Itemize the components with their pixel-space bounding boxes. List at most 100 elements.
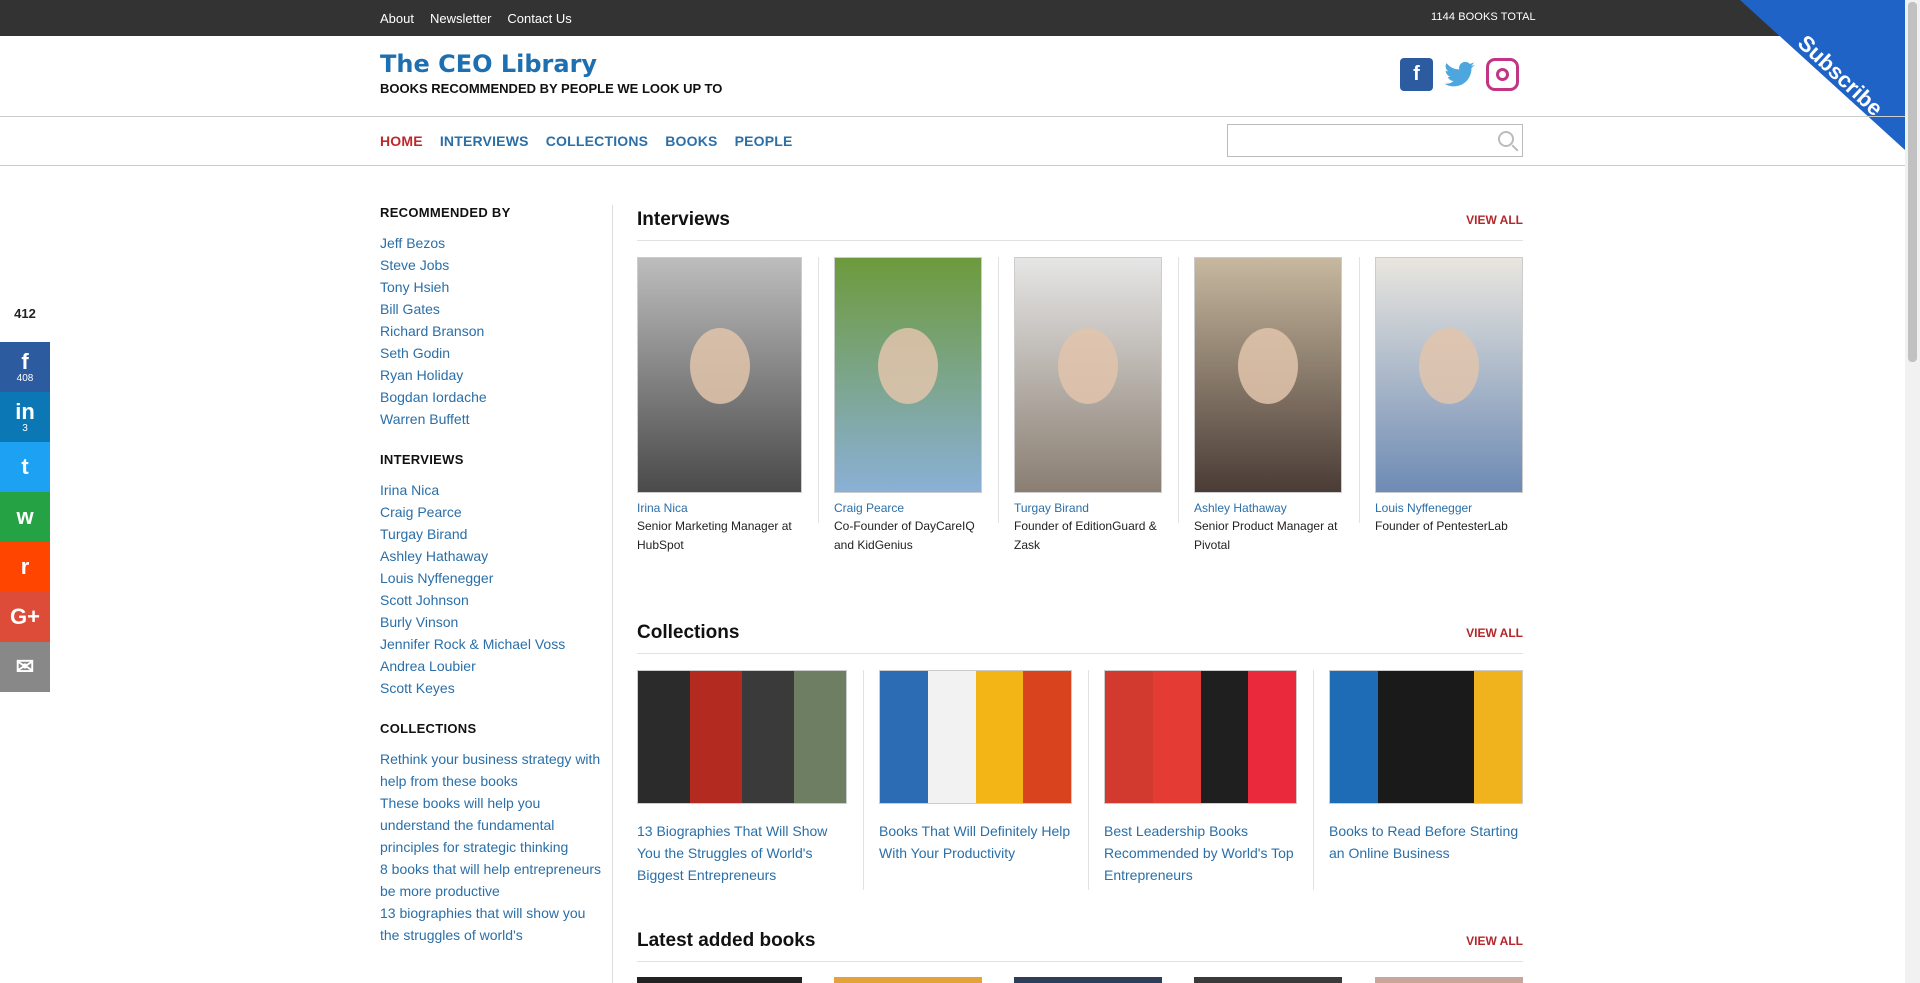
collections-view-all[interactable]: VIEW ALL — [1466, 626, 1523, 640]
sidebar-interview-item[interactable]: Andrea Loubier — [380, 655, 605, 677]
twitter-icon[interactable] — [1443, 58, 1476, 91]
linkedin-share-button[interactable]: in 3 — [0, 392, 50, 442]
nav-people[interactable]: PEOPLE — [735, 133, 793, 149]
reddit-share-button[interactable]: r — [0, 542, 50, 592]
interview-name[interactable]: Craig Pearce — [834, 501, 982, 515]
instagram-icon[interactable] — [1486, 58, 1519, 91]
interview-photo[interactable] — [637, 257, 802, 493]
book-thumb[interactable] — [1014, 977, 1162, 983]
facebook-icon[interactable]: f — [1400, 58, 1433, 91]
sidebar-collection-item[interactable]: 13 biographies that will show you the st… — [380, 902, 605, 946]
book-thumb[interactable] — [637, 977, 802, 983]
collection-card[interactable]: Books to Read Before Starting an Online … — [1329, 670, 1523, 864]
scrollbar-thumb[interactable] — [1908, 2, 1917, 362]
page-scrollbar[interactable] — [1905, 0, 1920, 983]
newsletter-link[interactable]: Newsletter — [430, 11, 491, 26]
collection-image[interactable] — [637, 670, 847, 804]
interview-role: Founder of PentesterLab — [1375, 519, 1508, 533]
search-icon[interactable] — [1498, 131, 1514, 147]
sidebar-recommended-item[interactable]: Richard Branson — [380, 320, 605, 342]
contact-link[interactable]: Contact Us — [507, 11, 571, 26]
nav-divider — [0, 165, 1905, 166]
collection-card[interactable]: Books That Will Definitely Help With You… — [879, 670, 1072, 864]
facebook-share-button[interactable]: f 408 — [0, 342, 50, 392]
book-cover — [742, 671, 794, 803]
interview-role: Founder of EditionGuard & Zask — [1014, 519, 1157, 552]
interviews-view-all[interactable]: VIEW ALL — [1466, 213, 1523, 227]
collection-title[interactable]: 13 Biographies That Will Show You the St… — [637, 820, 847, 886]
sidebar-collection-item[interactable]: 8 books that will help entrepreneurs be … — [380, 858, 605, 902]
collections-heading: COLLECTIONS — [380, 721, 477, 736]
collection-image[interactable] — [879, 670, 1072, 804]
interviews-title: Interviews — [637, 209, 730, 230]
sidebar-divider — [612, 205, 613, 983]
nav-home[interactable]: HOME — [380, 133, 423, 149]
sidebar-recommended-item[interactable]: Bogdan Iordache — [380, 386, 605, 408]
interview-photo[interactable] — [1375, 257, 1523, 493]
collection-card[interactable]: 13 Biographies That Will Show You the St… — [637, 670, 847, 886]
collection-card[interactable]: Best Leadership Books Recommended by Wor… — [1104, 670, 1297, 886]
sidebar-recommended-item[interactable]: Tony Hsieh — [380, 276, 605, 298]
interview-photo[interactable] — [834, 257, 982, 493]
portrait-face — [689, 328, 750, 405]
sidebar-recommended-item[interactable]: Jeff Bezos — [380, 232, 605, 254]
sidebar-interview-item[interactable]: Jennifer Rock & Michael Voss — [380, 633, 605, 655]
interview-name[interactable]: Turgay Birand — [1014, 501, 1162, 515]
collection-title[interactable]: Best Leadership Books Recommended by Wor… — [1104, 820, 1297, 886]
collection-image[interactable] — [1329, 670, 1523, 804]
card-divider — [1359, 257, 1360, 523]
sidebar-interview-item[interactable]: Louis Nyffenegger — [380, 567, 605, 589]
book-cover — [927, 671, 976, 803]
book-thumb[interactable] — [1375, 977, 1523, 983]
sidebar-interview-item[interactable]: Ashley Hathaway — [380, 545, 605, 567]
sidebar-interview-item[interactable]: Turgay Birand — [380, 523, 605, 545]
nav-interviews[interactable]: INTERVIEWS — [440, 133, 529, 149]
googleplus-share-button[interactable]: G+ — [0, 592, 50, 642]
about-link[interactable]: About — [380, 11, 414, 26]
interview-photo[interactable] — [1194, 257, 1342, 493]
sidebar-interview-item[interactable]: Scott Keyes — [380, 677, 605, 699]
interview-role: Senior Marketing Manager at HubSpot — [637, 519, 792, 552]
sidebar-recommended-item[interactable]: Steve Jobs — [380, 254, 605, 276]
latest-view-all[interactable]: VIEW ALL — [1466, 934, 1523, 948]
sidebar-recommended-item[interactable]: Bill Gates — [380, 298, 605, 320]
share-count: 408 — [16, 372, 34, 384]
collection-title[interactable]: Books to Read Before Starting an Online … — [1329, 820, 1523, 864]
sidebar-interview-item[interactable]: Burly Vinson — [380, 611, 605, 633]
book-thumb[interactable] — [1194, 977, 1342, 983]
interview-card[interactable]: Turgay Birand Founder of EditionGuard & Z… — [1014, 257, 1162, 555]
sidebar-interview-item[interactable]: Irina Nica — [380, 479, 605, 501]
interview-card[interactable]: Louis Nyffenegger Founder of PentesterLab — [1375, 257, 1523, 536]
interview-role: Senior Product Manager at Pivotal — [1194, 519, 1338, 552]
book-thumb[interactable] — [834, 977, 982, 983]
interview-photo[interactable] — [1014, 257, 1162, 493]
whatsapp-share-button[interactable]: w — [0, 492, 50, 542]
card-divider — [1313, 670, 1314, 890]
book-cover — [1105, 671, 1153, 803]
interview-name[interactable]: Louis Nyffenegger — [1375, 501, 1523, 515]
latest-header: Latest added books VIEW ALL — [637, 926, 1523, 962]
site-logo[interactable]: The CEO Library — [380, 50, 597, 78]
collection-image[interactable] — [1104, 670, 1297, 804]
nav-books[interactable]: BOOKS — [665, 133, 717, 149]
sidebar-recommended-item[interactable]: Warren Buffett — [380, 408, 605, 430]
collection-title[interactable]: Books That Will Definitely Help With You… — [879, 820, 1072, 864]
nav-collections[interactable]: COLLECTIONS — [546, 133, 649, 149]
twitter-share-button[interactable]: t — [0, 442, 50, 492]
sidebar-recommended-item[interactable]: Seth Godin — [380, 342, 605, 364]
site-tagline: BOOKS RECOMMENDED BY PEOPLE WE LOOK UP T… — [380, 81, 723, 96]
interview-name[interactable]: Ashley Hathaway — [1194, 501, 1342, 515]
interview-card[interactable]: Ashley Hathaway Senior Product Manager at… — [1194, 257, 1342, 555]
sidebar-collection-item[interactable]: Rethink your business strategy with help… — [380, 748, 605, 792]
sidebar-collection-item[interactable]: These books will help you understand the… — [380, 792, 605, 858]
interview-card[interactable]: Irina Nica Senior Marketing Manager at Hu… — [637, 257, 802, 555]
sidebar-interview-item[interactable]: Scott Johnson — [380, 589, 605, 611]
interview-card[interactable]: Craig Pearce Co-Founder of DayCareIQ and … — [834, 257, 982, 555]
interview-name[interactable]: Irina Nica — [637, 501, 802, 515]
search-input[interactable] — [1228, 125, 1478, 156]
interviews-block: INTERVIEWS Irina Nica Craig Pearce Turgay … — [380, 452, 605, 699]
left-sidebar: RECOMMENDED BY Jeff Bezos Steve Jobs Tony … — [380, 205, 605, 968]
sidebar-recommended-item[interactable]: Ryan Holiday — [380, 364, 605, 386]
sidebar-interview-item[interactable]: Craig Pearce — [380, 501, 605, 523]
email-share-button[interactable]: ✉ — [0, 642, 50, 692]
